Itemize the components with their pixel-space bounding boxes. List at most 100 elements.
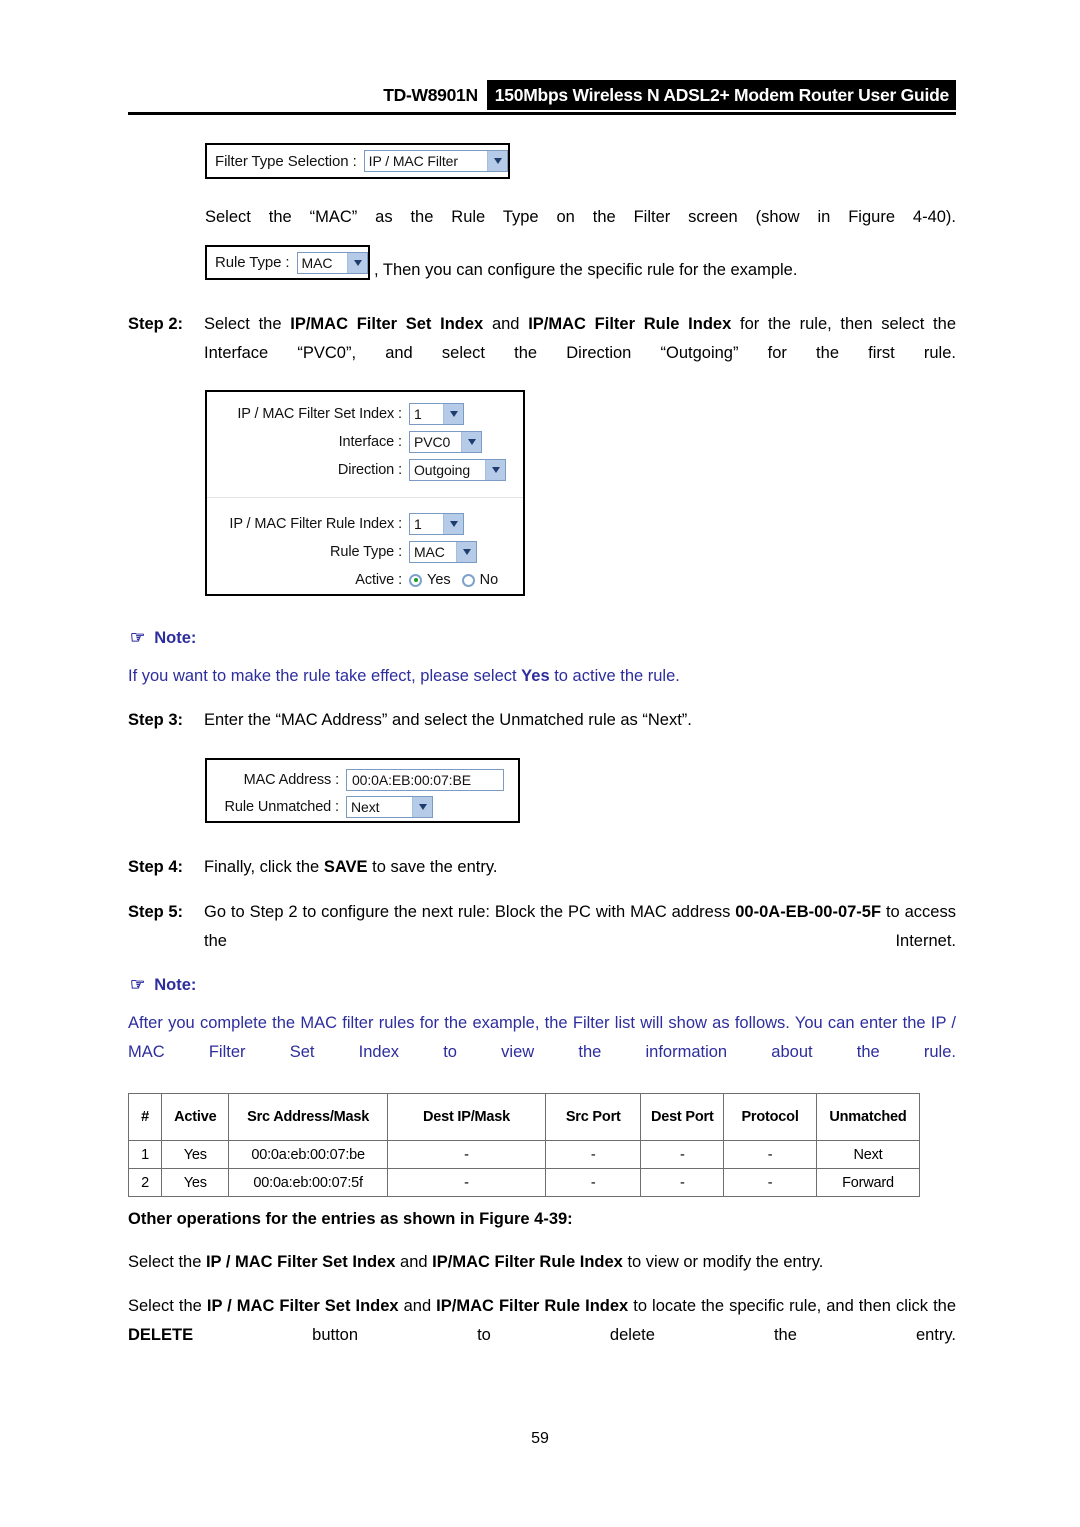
note-2-heading: ☞ Note: (130, 976, 196, 995)
active-radio-group[interactable]: Yes No (409, 572, 498, 588)
chevron-down-icon[interactable] (443, 514, 463, 534)
ops-p1-a: Select the (128, 1253, 206, 1271)
pointing-hand-icon: ☞ (130, 975, 146, 994)
other-ops-heading-c: : (567, 1210, 573, 1228)
note-2-text: After you complete the MAC filter rules … (128, 1014, 956, 1061)
note-1-text: If you want to make the rule take effect… (128, 662, 956, 691)
chevron-down-icon[interactable] (456, 542, 476, 562)
header-model-name: TD-W8901N (383, 84, 478, 105)
note-1-heading: ☞ Note: (130, 629, 196, 648)
ip-mac-filter-rule-index-value: 1 (414, 516, 422, 532)
step-2-bold-a: IP/MAC Filter Set Index (290, 315, 484, 333)
page-header: TD-W8901N 150Mbps Wireless N ADSL2+ Mode… (128, 80, 956, 114)
ops-p2-a: Select the (128, 1297, 207, 1315)
chevron-down-icon[interactable] (487, 151, 507, 171)
header-divider-rule (128, 112, 956, 115)
table-row: 1 Yes 00:0a:eb:00:07:be - - - - Next (127, 1140, 921, 1169)
step-4-text-a: Finally, click the (204, 858, 324, 876)
radio-selected-icon[interactable] (409, 573, 422, 587)
mac-address-panel: MAC Address : 00:0A:EB:00:07:BE Rule Unm… (205, 758, 520, 823)
other-ops-heading-figure: Figure 4-39 (479, 1210, 568, 1228)
step-3-block: Step 3: Enter the “MAC Address” and sele… (128, 706, 956, 735)
ip-mac-filter-set-panel: IP / MAC Filter Set Index : 1 Interface … (205, 390, 525, 596)
note-2-head-text: Note: (154, 976, 197, 994)
cell-protocol: - (723, 1140, 817, 1169)
cell-dest-port: - (640, 1168, 725, 1197)
chevron-down-icon[interactable] (412, 796, 432, 817)
cell-src-addr: 00:0a:eb:00:07:5f (228, 1168, 388, 1197)
direction-dropdown[interactable]: Outgoing (409, 459, 506, 481)
ip-mac-filter-rule-index-dropdown[interactable]: 1 (409, 513, 464, 535)
ops-p1-e: to view or modify the entry. (622, 1253, 824, 1271)
table-col-dest-ip: Dest IP/Mask (386, 1093, 547, 1141)
rule-unmatched-label: Rule Unmatched : (224, 798, 340, 815)
filter-list-table: # Active Src Address/Mask Dest IP/Mask S… (127, 1093, 921, 1197)
rule-type-dropdown[interactable]: MAC (296, 251, 368, 274)
other-ops-heading-a: Other operations for the entries as show… (128, 1210, 480, 1228)
step-3-text: Enter the “MAC Address” and select the U… (204, 711, 692, 729)
interface-dropdown[interactable]: PVC0 (409, 431, 482, 453)
ops-p2-bold-set-index: IP / MAC Filter Set Index (206, 1297, 399, 1315)
step-5-bold: 00-0A-EB-00-07-5F (735, 903, 882, 921)
after-rule-type-text: , Then you can configure the specific ru… (374, 261, 798, 279)
rule-unmatched-dropdown[interactable]: Next (346, 795, 433, 818)
ops-p1-bold-rule-index: IP/MAC Filter Rule Index (432, 1253, 623, 1271)
filter-type-selection-dropdown[interactable]: IP / MAC Filter (363, 150, 508, 172)
rule-type-dropdown-panel[interactable]: MAC (409, 541, 477, 563)
mac-address-label: MAC Address : (243, 771, 340, 788)
step-5-label: Step 5: (128, 903, 184, 921)
ip-mac-filter-set-index-dropdown[interactable]: 1 (409, 403, 464, 425)
cell-index: 2 (127, 1168, 163, 1197)
direction-value: Outgoing (414, 462, 471, 478)
pointing-hand-icon: ☞ (130, 628, 146, 647)
active-yes-radio[interactable]: Yes (409, 572, 451, 588)
ip-mac-filter-rule-index-label: IP / MAC Filter Rule Index : (229, 516, 402, 532)
chevron-down-icon[interactable] (443, 404, 463, 424)
chevron-down-icon[interactable] (347, 252, 367, 273)
table-row: 2 Yes 00:0a:eb:00:07:5f - - - - Forward (127, 1168, 921, 1197)
cell-src-port: - (545, 1140, 642, 1169)
mac-address-input[interactable]: 00:0A:EB:00:07:BE (346, 768, 504, 791)
table-col-protocol: Protocol (723, 1093, 817, 1141)
cell-protocol: - (723, 1168, 817, 1197)
step-4-block: Step 4: Finally, click the SAVE to save … (128, 853, 956, 882)
cell-dest-ip: - (386, 1140, 547, 1169)
rule-unmatched-value: Next (351, 798, 380, 815)
filter-type-selection-value: IP / MAC Filter (368, 153, 458, 169)
interface-value: PVC0 (414, 434, 451, 450)
step-5-text: Go to Step 2 to configure the next rule:… (204, 898, 956, 985)
rule-type-value: MAC (301, 254, 333, 271)
cell-active: Yes (161, 1140, 230, 1169)
ops-p1-bold-set-index: IP / MAC Filter Set Index (205, 1253, 396, 1271)
ip-mac-filter-set-index-value: 1 (414, 406, 422, 422)
ops-p2-g: button to delete the entry. (193, 1326, 956, 1344)
cell-src-port: - (545, 1168, 642, 1197)
note-1-bold: Yes (521, 667, 550, 685)
rule-type-label-panel: Rule Type : (330, 544, 402, 560)
radio-unselected-icon[interactable] (461, 573, 475, 587)
cell-index: 1 (127, 1140, 163, 1169)
ops-p2-bold-delete: DELETE (128, 1326, 194, 1344)
note-1-text-b: to active the rule. (549, 667, 680, 685)
step-2-bold-b: IP/MAC Filter Rule Index (528, 315, 732, 333)
cell-active: Yes (161, 1168, 230, 1197)
rule-type-value-panel: MAC (414, 544, 445, 560)
step-4-text-b: to save the entry. (367, 858, 498, 876)
note-1-text-a: If you want to make the rule take effect… (128, 667, 522, 685)
active-no-label: No (479, 572, 499, 588)
filter-type-selection-panel: Filter Type Selection : IP / MAC Filter (205, 143, 510, 179)
step-2-label: Step 2: (128, 315, 184, 333)
cell-dest-ip: - (386, 1168, 547, 1197)
ip-mac-filter-set-index-label: IP / MAC Filter Set Index : (237, 406, 402, 422)
chevron-down-icon[interactable] (485, 460, 505, 480)
note-1-head-text: Note: (154, 629, 197, 647)
active-no-radio[interactable]: No (461, 572, 499, 588)
active-yes-label: Yes (427, 572, 451, 588)
table-col-dest-port: Dest Port (640, 1093, 725, 1141)
step-5-block: Step 5: Go to Step 2 to configure the ne… (128, 898, 956, 985)
table-col-unmatched: Unmatched (815, 1093, 921, 1141)
chevron-down-icon[interactable] (461, 432, 481, 452)
active-label: Active : (355, 572, 402, 588)
ops-p2-c: and (398, 1297, 437, 1315)
table-header-row: # Active Src Address/Mask Dest IP/Mask S… (127, 1093, 921, 1141)
